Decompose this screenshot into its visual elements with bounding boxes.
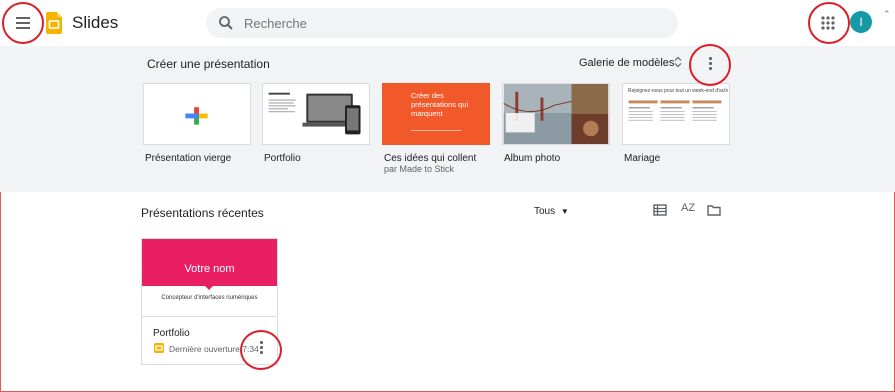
apps-grid-icon[interactable] (819, 14, 837, 32)
menu-bar-icon (16, 27, 30, 29)
dot-icon (260, 341, 263, 344)
template-blank[interactable] (143, 83, 251, 145)
template-label: Présentation vierge (145, 153, 232, 164)
expand-collapse-icon[interactable] (674, 56, 682, 68)
template-gallery: Créer une présentation Galerie de modèle… (0, 46, 895, 192)
menu-bar-icon (16, 17, 30, 19)
template-ideas[interactable]: Créer des présentations qui marquent (382, 83, 490, 145)
list-view-icon[interactable] (653, 203, 667, 217)
gallery-more-options-button[interactable] (703, 55, 717, 71)
owner-filter-dropdown[interactable]: Tous ▼ (534, 206, 569, 217)
search-bar[interactable] (206, 8, 678, 40)
doc-more-options-button[interactable] (257, 339, 267, 355)
dot-icon (709, 67, 712, 70)
doc-last-opened: Dernière ouverture 7:34 (169, 344, 259, 354)
portfolio-thumbnail (268, 92, 361, 135)
template-photo-album[interactable] (502, 83, 610, 145)
scroll-up-arrow-icon[interactable]: ⌃ (883, 9, 891, 20)
sort-az-button[interactable]: AZ (681, 202, 695, 214)
template-wedding[interactable]: Rejoignez-nous pour tout un week-end d'a… (622, 83, 730, 145)
doc-thumbnail: Votre nom Concepteur d'interfaces numéri… (142, 239, 277, 317)
slides-file-icon (154, 343, 164, 353)
template-label: Album photo (504, 153, 561, 164)
ideas-thumb-line (411, 130, 461, 131)
slides-logo-icon[interactable] (46, 12, 62, 34)
plus-icon (185, 107, 208, 125)
dot-icon (709, 62, 712, 65)
top-bar: Slides I ⌃ (0, 0, 895, 46)
dot-icon (260, 351, 263, 354)
wedding-thumbnail (628, 100, 722, 121)
caret-down-icon: ▼ (560, 207, 569, 216)
doc-thumb-subtitle: Concepteur d'interfaces numériques (161, 295, 258, 301)
ideas-thumb-text: Créer des présentations qui marquent (411, 91, 469, 118)
main-menu-button[interactable] (13, 13, 33, 33)
template-label: Ces idées qui collent (384, 153, 477, 164)
template-portfolio[interactable] (262, 83, 370, 145)
menu-bar-icon (16, 22, 30, 24)
doc-thumb-banner: Votre nom (142, 239, 277, 286)
search-icon[interactable] (218, 15, 234, 31)
template-sub-label: par Made to Stick (384, 164, 455, 174)
account-avatar[interactable]: I (850, 11, 872, 33)
template-label: Portfolio (264, 153, 301, 164)
gallery-title: Créer une présentation (147, 57, 270, 71)
app-title[interactable]: Slides (72, 13, 118, 33)
owner-filter-label: Tous (534, 206, 556, 217)
doc-name[interactable]: Portfolio (153, 328, 190, 339)
recent-section-title: Présentations récentes (141, 206, 264, 220)
template-label: Mariage (624, 153, 661, 164)
photo-album-thumbnail (503, 84, 609, 144)
folder-icon[interactable] (707, 203, 721, 217)
doc-thumb-title: Votre nom (184, 263, 235, 275)
search-input[interactable] (242, 8, 666, 40)
doc-thumb-pointer (205, 286, 213, 290)
template-gallery-link[interactable]: Galerie de modèles (579, 57, 674, 69)
dot-icon (260, 346, 263, 349)
dot-icon (709, 57, 712, 60)
